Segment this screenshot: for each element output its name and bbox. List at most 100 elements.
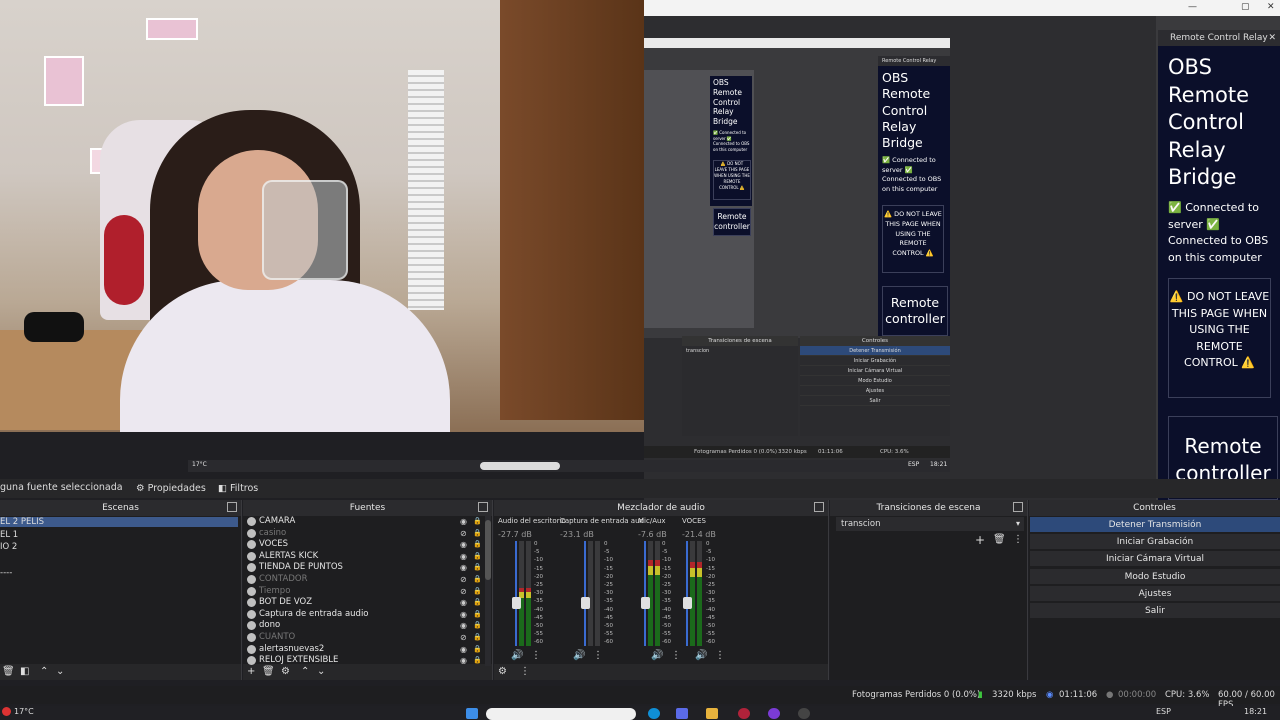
control-button[interactable]: Modo Estudio xyxy=(1030,568,1280,585)
mini-remote-button[interactable]: Remote controller xyxy=(713,208,751,236)
obs-icon[interactable] xyxy=(798,708,810,719)
lock-icon[interactable]: 🔒 xyxy=(473,609,482,621)
volume-fader-track[interactable] xyxy=(584,541,586,646)
control-button[interactable]: Iniciar Grabación xyxy=(1030,534,1280,551)
source-item[interactable]: CUANTO ⊘ 🔒 xyxy=(245,632,482,644)
windows-start-icon[interactable] xyxy=(466,708,478,719)
scene-item[interactable]: ---- xyxy=(0,568,12,578)
volume-fader-track[interactable] xyxy=(515,541,517,646)
source-item[interactable]: Tiempo ⊘ 🔒 xyxy=(245,586,482,598)
volume-fader-track[interactable] xyxy=(644,541,646,646)
mini-control-btn[interactable]: Iniciar Grabación xyxy=(800,356,950,366)
filters-button[interactable]: ◧ Filtros xyxy=(214,481,262,496)
maximize-icon[interactable]: ▢ xyxy=(1241,2,1250,12)
chevron-down-icon[interactable]: ⌄ xyxy=(317,666,325,677)
source-item[interactable]: dono ◉ 🔒 xyxy=(245,620,482,632)
eye-off-icon[interactable]: ⊘ xyxy=(460,632,467,644)
taskbar-search[interactable] xyxy=(486,708,636,720)
source-item[interactable]: casino ⊘ 🔒 xyxy=(245,528,482,540)
eye-off-icon[interactable]: ⊘ xyxy=(460,528,467,540)
source-item[interactable]: Captura de entrada audio ◉ 🔒 xyxy=(245,609,482,621)
mini-control-btn[interactable]: Detener Transmisión xyxy=(800,346,950,356)
plus-icon[interactable]: + xyxy=(975,533,985,547)
more-icon[interactable]: ⋮ xyxy=(593,650,603,661)
trash-icon[interactable]: 🗑 xyxy=(262,666,275,677)
lock-icon[interactable]: 🔒 xyxy=(473,539,482,551)
trash-icon[interactable]: 🗑 xyxy=(993,534,1006,545)
speaker-icon[interactable]: 🔊 xyxy=(695,650,707,661)
undock-icon[interactable] xyxy=(478,502,488,512)
volume-fader-knob[interactable] xyxy=(512,597,521,609)
more-icon[interactable]: ⋮ xyxy=(715,650,725,661)
lock-icon[interactable]: 🔒 xyxy=(473,528,482,540)
eye-off-icon[interactable]: ⊘ xyxy=(460,574,467,586)
chevron-up-icon[interactable]: ⌃ xyxy=(40,666,48,677)
control-button[interactable]: Iniciar Cámara Virtual xyxy=(1030,551,1280,568)
edge-icon[interactable] xyxy=(648,708,660,719)
filter-icon[interactable]: ◧ xyxy=(20,666,29,677)
lock-icon[interactable]: 🔒 xyxy=(473,562,482,574)
taskbar-clock[interactable]: 18:21 xyxy=(1244,707,1267,716)
undock-icon[interactable] xyxy=(814,502,824,512)
speaker-icon[interactable]: 🔊 xyxy=(511,650,523,661)
more-icon[interactable]: ⋮ xyxy=(520,666,530,677)
source-item[interactable]: ALERTAS KICK ◉ 🔒 xyxy=(245,551,482,563)
control-button[interactable]: Ajustes xyxy=(1030,585,1280,602)
lock-icon[interactable]: 🔒 xyxy=(473,620,482,632)
lock-icon[interactable]: 🔒 xyxy=(473,574,482,586)
eye-icon[interactable]: ◉ xyxy=(460,539,467,551)
eye-icon[interactable]: ◉ xyxy=(460,644,467,656)
trash-icon[interactable]: 🗑 xyxy=(2,666,15,677)
more-icon[interactable]: ⋮ xyxy=(531,650,541,661)
discord-icon[interactable] xyxy=(768,708,780,719)
control-button[interactable]: Detener Transmisión xyxy=(1030,517,1280,533)
plus-icon[interactable]: + xyxy=(247,666,255,677)
lock-icon[interactable]: 🔒 xyxy=(473,655,482,667)
speaker-icon[interactable]: 🔊 xyxy=(651,650,663,661)
keyboard-language[interactable]: ESP xyxy=(1156,707,1171,716)
volume-fader-knob[interactable] xyxy=(641,597,650,609)
app-icon[interactable] xyxy=(676,708,688,719)
app-icon[interactable] xyxy=(738,708,750,719)
mid-remote-button[interactable]: Remote controller xyxy=(882,286,948,336)
lock-icon[interactable]: 🔒 xyxy=(473,597,482,609)
lock-icon[interactable]: 🔒 xyxy=(473,516,482,528)
gear-icon[interactable]: ⚙ xyxy=(498,666,507,677)
mute-icon[interactable]: 🔊 xyxy=(573,650,585,661)
eye-icon[interactable]: ◉ xyxy=(460,620,467,632)
source-item[interactable]: CAMARA ◉ 🔒 xyxy=(245,516,482,528)
undock-icon[interactable] xyxy=(227,502,237,512)
source-item[interactable]: CONTADOR ⊘ 🔒 xyxy=(245,574,482,586)
eye-icon[interactable]: ◉ xyxy=(460,562,467,574)
volume-fader-knob[interactable] xyxy=(683,597,692,609)
more-icon[interactable]: ⋮ xyxy=(671,650,681,661)
eye-icon[interactable]: ◉ xyxy=(460,516,467,528)
undock-icon[interactable] xyxy=(1013,502,1023,512)
lock-icon[interactable]: 🔒 xyxy=(473,551,482,563)
eye-icon[interactable]: ◉ xyxy=(460,609,467,621)
source-item[interactable]: alertasnuevas2 ◉ 🔒 xyxy=(245,644,482,656)
sources-scroll-thumb[interactable] xyxy=(485,520,491,580)
mini-control-btn[interactable]: Modo Estudio xyxy=(800,376,950,386)
mini-control-btn[interactable]: Salir xyxy=(800,396,950,406)
source-item[interactable]: BOT DE VOZ ◉ 🔒 xyxy=(245,597,482,609)
mini-transition-select[interactable]: transcion xyxy=(682,346,798,356)
source-item[interactable]: TIENDA DE PUNTOS ◉ 🔒 xyxy=(245,562,482,574)
folder-icon[interactable] xyxy=(706,708,718,719)
chevron-down-icon[interactable]: ⌄ xyxy=(56,666,64,677)
control-button[interactable]: Salir xyxy=(1030,603,1280,619)
eye-icon[interactable]: ◉ xyxy=(460,597,467,609)
transition-select[interactable]: transcion ▾ xyxy=(836,517,1024,531)
lock-icon[interactable]: 🔒 xyxy=(473,644,482,656)
gear-icon[interactable]: ⚙ xyxy=(281,666,290,677)
source-item[interactable]: VOCES ◉ 🔒 xyxy=(245,539,482,551)
scene-item[interactable]: IO 2 xyxy=(0,542,17,552)
lock-icon[interactable]: 🔒 xyxy=(473,586,482,598)
source-item[interactable]: RELOJ EXTENSIBLE ◉ 🔒 xyxy=(245,655,482,667)
more-icon[interactable]: ⋮ xyxy=(1013,534,1023,545)
close-icon[interactable]: ✕ xyxy=(1268,30,1276,46)
chevron-up-icon[interactable]: ⌃ xyxy=(301,666,309,677)
mini-control-btn[interactable]: Ajustes xyxy=(800,386,950,396)
lock-icon[interactable]: 🔒 xyxy=(473,632,482,644)
eye-icon[interactable]: ◉ xyxy=(460,551,467,563)
